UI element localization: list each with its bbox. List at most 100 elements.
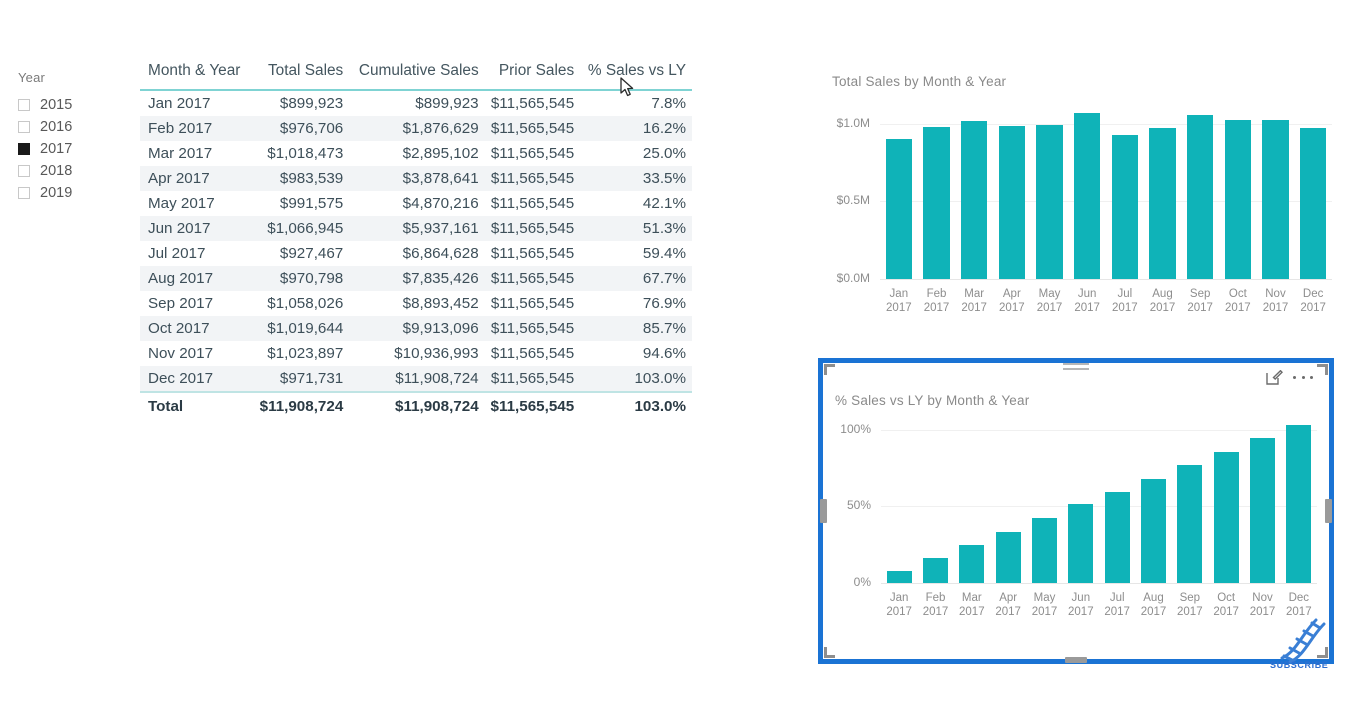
resize-handle-right[interactable] [1325, 499, 1332, 523]
slicer-item-2016[interactable]: 2016 [18, 116, 128, 137]
slicer-item-2018[interactable]: 2018 [18, 160, 128, 181]
bar[interactable] [923, 558, 948, 583]
sales-table-visual[interactable]: Month & Year Total Sales Cumulative Sale… [140, 62, 692, 421]
x-tick-year: 2017 [1074, 302, 1100, 314]
more-options-icon[interactable] [1293, 369, 1313, 385]
table-row[interactable]: Sep 2017 $1,058,026 $8,893,452 $11,565,545 7… [140, 291, 692, 316]
table-row[interactable]: Dec 2017 $971,731 $11,908,724 $11,565,545 10… [140, 366, 692, 392]
year-slicer[interactable]: Year 2015 2016 2017 2018 2019 [18, 70, 128, 204]
slicer-item-2019[interactable]: 2019 [18, 182, 128, 203]
bar[interactable] [1250, 437, 1275, 583]
table-cell: Oct 2017 [140, 316, 251, 341]
checkbox-2015[interactable] [18, 98, 30, 111]
table-row[interactable]: Jan 2017 $899,923 $899,923 $11,565,545 7.8% [140, 90, 692, 116]
checkbox-2016[interactable] [18, 120, 30, 133]
table-row[interactable]: Mar 2017 $1,018,473 $2,895,102 $11,565,545 2… [140, 141, 692, 166]
resize-handle-top-right[interactable] [1317, 364, 1328, 375]
x-axis-tick-label: Feb 2017 [918, 287, 956, 315]
x-tick-year: 2017 [995, 606, 1021, 618]
bar[interactable] [1111, 134, 1138, 279]
checkbox-2018[interactable] [18, 164, 30, 177]
x-tick-year: 2017 [959, 606, 985, 618]
table-cell: Aug 2017 [140, 266, 251, 291]
drag-handle-bottom[interactable] [1065, 657, 1087, 663]
slicer-item-2015[interactable]: 2015 [18, 94, 128, 115]
table-cell: $2,895,102 [402, 145, 479, 162]
x-axis-tick-label: Jun 2017 [1068, 287, 1106, 315]
gridline [881, 429, 1317, 431]
bar[interactable] [1036, 124, 1063, 279]
table-cell: $11,565,545 [490, 95, 575, 112]
column-header-prior-sales[interactable]: Prior Sales [482, 62, 578, 90]
x-tick-month: Apr [1002, 288, 1021, 300]
table-row[interactable]: May 2017 $991,575 $4,870,216 $11,565,545 42.… [140, 191, 692, 216]
x-tick-month: Dec [1302, 288, 1324, 300]
table-row[interactable]: Nov 2017 $1,023,897 $10,936,993 $11,565,545… [140, 341, 692, 366]
column-header-pct-sales-vs-ly[interactable]: % Sales vs LY [577, 62, 692, 90]
column-header-month-year[interactable]: Month & Year [140, 62, 251, 90]
bar[interactable] [1186, 114, 1214, 279]
bar[interactable] [1299, 127, 1327, 279]
checkbox-2019[interactable] [18, 186, 30, 199]
table-cell: $991,575 [279, 195, 344, 212]
bar[interactable] [1104, 491, 1130, 583]
x-axis-tick-label: Dec 2017 [1294, 287, 1332, 315]
table-row[interactable]: Apr 2017 $983,539 $3,878,641 $11,565,545 33.… [140, 166, 692, 191]
table-total-cell: Total [140, 392, 251, 421]
bar[interactable] [1262, 119, 1289, 279]
bar[interactable] [1149, 128, 1176, 279]
x-tick-year: 2017 [922, 606, 949, 618]
table-header-row: Month & Year Total Sales Cumulative Sale… [140, 62, 692, 90]
bar[interactable] [1213, 451, 1239, 583]
x-tick-year: 2017 [1104, 606, 1130, 618]
bar[interactable] [1068, 504, 1094, 583]
bar[interactable] [1224, 120, 1251, 279]
table-row[interactable]: Oct 2017 $1,019,644 $9,913,096 $11,565,545 8… [140, 316, 692, 341]
x-tick-year: 2017 [1112, 302, 1138, 314]
bar[interactable] [1141, 479, 1166, 583]
table-cell: $1,018,473 [267, 145, 344, 162]
column-header-total-sales[interactable]: Total Sales [251, 62, 347, 90]
bar[interactable] [1286, 425, 1312, 583]
table-cell: 85.7% [577, 316, 692, 341]
slicer-item-label: 2018 [40, 162, 73, 179]
x-tick-year: 2017 [1249, 606, 1276, 618]
resize-handle-top-left[interactable] [824, 364, 835, 375]
pct-sales-chart-container: % Sales vs LY by Month & Year 0% 50% 100% J… [820, 363, 1332, 663]
column-header-cumulative-sales[interactable]: Cumulative Sales [346, 62, 481, 90]
table-row[interactable]: Aug 2017 $970,798 $7,835,426 $11,565,545 67.… [140, 266, 692, 291]
x-axis-tick-label: Jun 2017 [1063, 591, 1099, 619]
resize-handle-bottom-right[interactable] [1317, 647, 1328, 658]
resize-handle-left[interactable] [820, 499, 827, 523]
pct-sales-chart-visual-selected[interactable]: % Sales vs LY by Month & Year 0% 50% 100% J… [818, 358, 1334, 664]
x-tick-month: Nov [1252, 592, 1273, 604]
x-tick-month: Apr [999, 592, 1018, 604]
x-tick-month: Mar [964, 288, 985, 300]
bar[interactable] [960, 120, 988, 279]
table-cell: $899,923 [415, 95, 479, 112]
table-cell: Sep 2017 [148, 295, 214, 312]
bar[interactable] [885, 139, 912, 279]
focus-mode-icon[interactable] [1266, 369, 1283, 385]
bar[interactable] [995, 531, 1021, 583]
resize-handle-bottom-left[interactable] [824, 647, 835, 658]
table-row[interactable]: Feb 2017 $976,706 $1,876,629 $11,565,545 16.… [140, 116, 692, 141]
bar[interactable] [923, 127, 950, 279]
table-row[interactable]: Jul 2017 $927,467 $6,864,628 $11,565,545 59.… [140, 241, 692, 266]
table-cell: $6,864,628 [402, 245, 479, 262]
table-cell: $11,565,545 [490, 195, 575, 212]
bar[interactable] [1177, 465, 1203, 583]
total-sales-chart-visual[interactable]: Total Sales by Month & Year $0.0M $0.5M $1… [820, 62, 1340, 337]
bar[interactable] [886, 571, 912, 583]
x-tick-month: Feb [926, 288, 947, 300]
bar[interactable] [959, 544, 985, 583]
bar[interactable] [1032, 518, 1057, 583]
slicer-item-2017[interactable]: 2017 [18, 138, 128, 159]
table-total-row: Total $11,908,724 $11,908,724 $11,565,545 10… [140, 392, 692, 421]
bar[interactable] [998, 126, 1025, 279]
table-row[interactable]: Jun 2017 $1,066,945 $5,937,161 $11,565,545 5… [140, 216, 692, 241]
checkbox-2017[interactable] [18, 142, 30, 155]
bar[interactable] [1073, 113, 1101, 279]
x-tick-month: Jul [1109, 592, 1125, 604]
drag-handle-top[interactable] [1063, 363, 1089, 371]
